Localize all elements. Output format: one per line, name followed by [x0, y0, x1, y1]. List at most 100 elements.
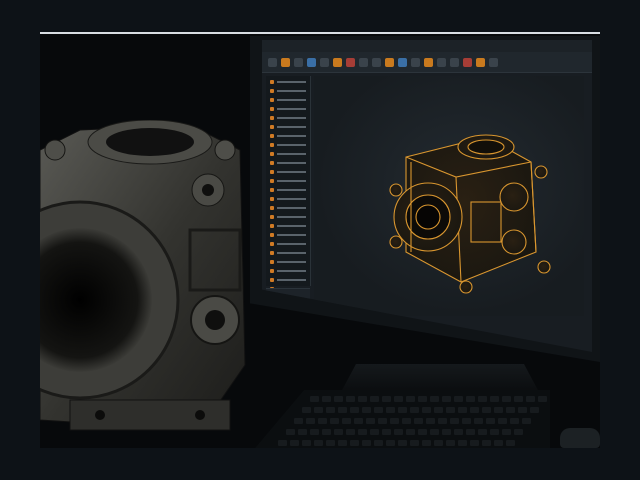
keyboard-key — [410, 440, 419, 446]
keyboard-key — [382, 429, 391, 435]
tool-icon — [385, 57, 394, 67]
keyboard-key — [506, 440, 515, 446]
keyboard-key — [494, 440, 503, 446]
bolt-boss — [389, 183, 403, 197]
mouse — [560, 428, 600, 448]
keyboard-key — [386, 407, 395, 413]
tool-icon — [333, 57, 342, 67]
keyboard-key — [510, 418, 519, 424]
part-icon — [270, 80, 274, 84]
upper-boss-hole — [202, 184, 214, 196]
cad-menubar — [262, 40, 592, 52]
monitor-stand — [340, 364, 540, 394]
keyboard-key — [478, 396, 487, 402]
keyboard-key — [374, 440, 383, 446]
bolt-boss — [459, 280, 473, 294]
bolt-boss — [534, 165, 548, 179]
keyboard-key — [378, 418, 387, 424]
keyboard-key — [350, 407, 359, 413]
tool-icon — [281, 57, 290, 67]
keyboard-key — [334, 396, 343, 402]
keyboard-key — [358, 396, 367, 402]
keyboard-key — [482, 440, 491, 446]
tool-icon — [489, 57, 498, 67]
bolt-boss — [389, 235, 403, 249]
side-boss — [499, 182, 529, 212]
keyboard-key — [430, 429, 439, 435]
keyboard-key — [502, 429, 511, 435]
keyboard-key — [466, 429, 475, 435]
keyboard-key — [358, 429, 367, 435]
tree-label — [277, 90, 306, 92]
keyboard-key — [322, 429, 331, 435]
keyboard-key — [370, 429, 379, 435]
keyboard-key — [478, 429, 487, 435]
keyboard-key — [494, 407, 503, 413]
tree-label — [277, 117, 306, 119]
keyboard-key — [518, 407, 527, 413]
tree-label — [277, 243, 306, 245]
tree-label — [277, 252, 306, 254]
top-bore — [106, 128, 194, 156]
keyboard-key — [330, 418, 339, 424]
tree-label — [277, 162, 306, 164]
tool-icon — [268, 57, 277, 67]
keyboard-key — [442, 396, 451, 402]
metal-housing — [40, 120, 246, 431]
keyboard-key — [402, 418, 411, 424]
keyboard-key — [398, 407, 407, 413]
part-icon — [270, 107, 274, 111]
keyboard-key — [514, 396, 523, 402]
tool-icon — [463, 57, 472, 67]
keyboard-key — [502, 396, 511, 402]
corner-boss — [214, 139, 236, 161]
tree-label — [277, 216, 306, 218]
keyboard-key — [346, 396, 355, 402]
keyboard-key — [466, 396, 475, 402]
keyboard-key — [286, 429, 295, 435]
keyboard-key — [394, 429, 403, 435]
keyboard-key — [418, 396, 427, 402]
tool-icon — [320, 57, 329, 67]
keyboard-key — [298, 429, 307, 435]
keyboard-key — [422, 440, 431, 446]
keyboard-key — [326, 407, 335, 413]
tool-icon — [437, 57, 446, 67]
keyboard-key — [290, 440, 299, 446]
cad-toolbar — [262, 52, 592, 73]
keyboard-key — [406, 429, 415, 435]
tree-label — [277, 198, 306, 200]
side-boss-hole — [205, 310, 225, 330]
base-hole — [195, 410, 205, 420]
keyboard-key — [310, 396, 319, 402]
tool-icon — [359, 57, 368, 67]
keyboard-key — [442, 429, 451, 435]
tree-label — [277, 99, 306, 101]
keyboard-key — [362, 440, 371, 446]
tree-label — [277, 108, 306, 110]
keyboard-key — [438, 418, 447, 424]
keyboard-key — [454, 429, 463, 435]
keyboard-key — [458, 407, 467, 413]
tool-icon — [398, 57, 407, 67]
corner-boss — [44, 139, 66, 161]
side-boss-lower — [501, 229, 527, 255]
keyboard-key — [462, 418, 471, 424]
part-icon — [270, 98, 274, 102]
keyboard-key — [470, 440, 479, 446]
top-bore — [467, 139, 505, 155]
tool-icon — [450, 57, 459, 67]
keyboard-key — [362, 407, 371, 413]
keyboard-key — [398, 440, 407, 446]
top-divider — [40, 32, 600, 34]
keyboard-key — [474, 418, 483, 424]
part-icon — [270, 89, 274, 93]
keyboard-key — [386, 440, 395, 446]
keyboard-key — [322, 396, 331, 402]
keyboard-key — [538, 396, 547, 402]
keyboard-key — [490, 396, 499, 402]
keyboard-key — [422, 407, 431, 413]
keyboard-key — [522, 418, 531, 424]
keyboard-key — [514, 429, 523, 435]
keyboard-key — [434, 440, 443, 446]
